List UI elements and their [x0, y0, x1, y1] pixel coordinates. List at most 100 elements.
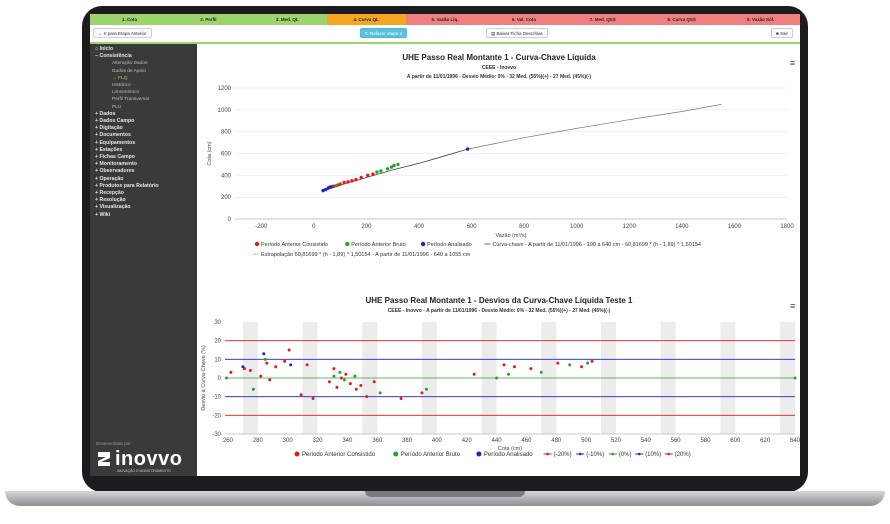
- data-point: [287, 348, 291, 352]
- sidebar-item-3[interactable]: Dados de Apoio: [90, 68, 197, 75]
- x-tick-label: 380: [402, 438, 413, 444]
- sidebar-item-2[interactable]: Alteração Dados: [90, 60, 197, 67]
- data-point: [465, 147, 470, 151]
- x-tick-label: 0: [312, 224, 316, 230]
- x-tick-label: 1800: [780, 224, 794, 230]
- data-point: [241, 365, 245, 369]
- data-point: [568, 363, 572, 367]
- sidebar-item-4[interactable]: → FLQ: [90, 75, 197, 82]
- data-point: [305, 363, 309, 367]
- x-tick-label: 200: [361, 224, 372, 230]
- data-point: [359, 383, 363, 387]
- data-point: [229, 370, 233, 374]
- step-tab-5[interactable]: 5. Vazão Liq.: [405, 14, 485, 25]
- legend-label: (20%): [675, 452, 691, 458]
- x-tick-label: 460: [521, 438, 532, 444]
- legend-label: Período Analisado: [427, 242, 472, 248]
- x-tick-label: 260: [223, 438, 234, 444]
- chart-title: UHE Passo Real Montante 1 - Curva-Chave …: [402, 53, 596, 62]
- data-point: [311, 397, 315, 401]
- legend-marker: [667, 452, 670, 456]
- data-point: [348, 382, 352, 386]
- sidebar-item-14[interactable]: + Estações: [90, 147, 197, 154]
- sidebar-item-22[interactable]: + Visualização: [90, 204, 197, 211]
- data-point: [365, 395, 369, 399]
- data-point: [375, 170, 379, 174]
- data-point: [350, 179, 354, 183]
- legend-label: (-20%): [554, 452, 572, 458]
- sidebar-item-21[interactable]: + Resolução: [90, 197, 197, 204]
- legend-marker: [345, 241, 350, 247]
- step-tab-7[interactable]: 7. Med. QSS: [563, 14, 643, 25]
- sidebar-item-6[interactable]: Limnimétrico: [90, 89, 197, 96]
- y-tick-label: 800: [221, 130, 232, 136]
- data-point: [354, 387, 358, 391]
- step-tab-8[interactable]: 8. Curva QSS: [642, 14, 722, 25]
- y-tick-label: 400: [221, 173, 232, 179]
- sidebar-item-19[interactable]: + Produtos para Relatório: [90, 183, 197, 190]
- sidebar-item-20[interactable]: + Recepção: [90, 190, 197, 197]
- x-tick-label: 580: [700, 438, 711, 444]
- y-tick-label: -30: [212, 432, 221, 438]
- step-tab-4[interactable]: 4. Curva QL: [326, 14, 406, 25]
- step-tab-1[interactable]: 1. Cota: [90, 14, 169, 25]
- data-point: [283, 359, 287, 363]
- data-point: [580, 365, 584, 369]
- sidebar-item-9[interactable]: + Dados: [90, 111, 197, 118]
- data-point: [424, 387, 428, 391]
- redo-step-button[interactable]: ↻ Refazer etapa 4: [360, 28, 408, 38]
- data-point: [338, 370, 342, 374]
- data-point: [366, 173, 370, 178]
- exit-button[interactable]: ■ Sair: [771, 28, 793, 38]
- sidebar-item-18[interactable]: + Operação: [90, 176, 197, 183]
- step-tab-6[interactable]: 6. Val. Cota: [484, 14, 564, 25]
- data-point: [332, 374, 336, 378]
- download-sheet-button[interactable]: ▤ Baixar Ficha Descritiva: [486, 28, 548, 38]
- sidebar-item-17[interactable]: + Observadores: [90, 168, 197, 175]
- previous-step-button[interactable]: ← Ir para Etapa Anterior: [93, 28, 152, 38]
- legend-marker: [611, 452, 615, 456]
- sidebar-item-13[interactable]: + Equipamentos: [90, 140, 197, 147]
- chart-menu-icon: ≡: [790, 301, 795, 311]
- step-tab-3[interactable]: 3. Med. QL: [247, 14, 327, 25]
- data-point: [274, 365, 278, 369]
- y-tick-label: -10: [212, 395, 221, 401]
- sidebar-item-15[interactable]: + Fichas Campo: [90, 154, 197, 161]
- x-tick-label: 400: [414, 224, 425, 230]
- x-tick-label: 560: [671, 438, 682, 444]
- step-tab-2[interactable]: 2. Perfil: [168, 14, 248, 25]
- data-point: [224, 376, 228, 380]
- sidebar-item-23[interactable]: + Wiki: [90, 212, 197, 219]
- sidebar-item-11[interactable]: + Digitação: [90, 125, 197, 132]
- sidebar-item-7[interactable]: Perfil Transversal: [90, 96, 197, 103]
- data-point: [495, 376, 499, 380]
- legend-label: (10%): [645, 452, 661, 458]
- data-point: [371, 172, 375, 176]
- sidebar-item-5[interactable]: Histórico: [90, 82, 197, 89]
- sidebar-item-10[interactable]: + Dados Campo: [90, 118, 197, 125]
- sidebar-item-1[interactable]: − Consistência: [90, 53, 197, 60]
- legend-marker: [546, 452, 549, 456]
- x-tick-label: 620: [760, 438, 771, 444]
- legend-marker: [254, 241, 260, 247]
- sidebar-item-0[interactable]: ⌂ Início: [90, 46, 197, 53]
- data-point: [299, 393, 303, 397]
- chart-subtitle-2: A partir de 11/01/1996 - Desvio Médio: 0…: [407, 74, 592, 80]
- data-point: [590, 359, 594, 363]
- data-point: [346, 180, 350, 184]
- y-tick-label: 10: [214, 357, 221, 363]
- data-point: [248, 369, 252, 373]
- data-point: [502, 363, 506, 367]
- x-tick-label: 520: [611, 438, 622, 444]
- y-axis-label: Cota (cm): [207, 141, 213, 165]
- sidebar-item-12[interactable]: + Documentos: [90, 132, 197, 139]
- x-tick-label: 1400: [675, 224, 689, 230]
- data-point: [586, 361, 590, 365]
- developed-by-label: Desenvolvido por: [96, 441, 131, 446]
- sidebar-item-8[interactable]: PLU: [90, 104, 197, 111]
- x-tick-label: 800: [519, 224, 530, 230]
- sidebar-item-16[interactable]: + Monitoramento: [90, 161, 197, 168]
- step-tab-9[interactable]: 9. Vazão Sól.: [721, 14, 800, 25]
- legend-marker: [294, 451, 300, 457]
- legend-marker: [637, 452, 641, 456]
